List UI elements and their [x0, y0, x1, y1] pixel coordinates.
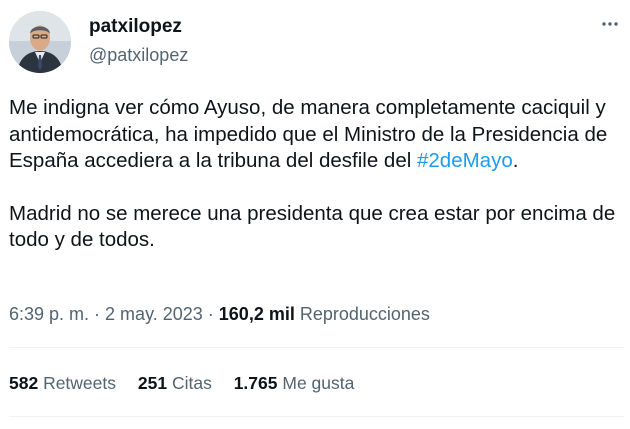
meta-separator: ·: [202, 304, 219, 324]
more-horizontal-icon: [600, 17, 620, 39]
tweet-metadata: 6:39 p. m. · 2 may. 2023 · 160,2 mil Rep…: [9, 303, 430, 325]
avatar[interactable]: [9, 11, 71, 73]
avatar-photo: [9, 11, 71, 73]
likes-link[interactable]: 1.765 Me gusta: [234, 372, 355, 394]
author-display-name[interactable]: patxilopez: [89, 15, 182, 39]
tweet-date[interactable]: 2 may. 2023: [105, 304, 203, 324]
retweets-label: Retweets: [38, 373, 117, 393]
tweet-text: Me indigna ver cómo Ayuso, de manera com…: [9, 95, 624, 254]
author-handle[interactable]: @patxilopez: [89, 44, 188, 66]
more-options-button[interactable]: [600, 14, 620, 40]
quotes-label: Citas: [167, 373, 212, 393]
likes-label: Me gusta: [277, 373, 355, 393]
views-label: Reproducciones: [294, 304, 430, 324]
engagement-stats: 582 Retweets 251 Citas 1.765 Me gusta: [9, 372, 371, 394]
tweet-paragraph-1-end: .: [512, 149, 519, 172]
quotes-link[interactable]: 251 Citas: [138, 372, 212, 394]
views-count: 160,2 mil: [218, 304, 295, 324]
meta-separator: ·: [89, 304, 106, 324]
likes-count: 1.765: [233, 373, 278, 393]
retweets-link[interactable]: 582 Retweets: [9, 372, 116, 394]
divider: [9, 347, 624, 348]
tweet-paragraph-2: Madrid no se merece una presidenta que c…: [9, 201, 616, 252]
retweets-count: 582: [9, 373, 39, 393]
divider: [9, 416, 624, 417]
quotes-count: 251: [137, 373, 168, 393]
tweet-time[interactable]: 6:39 p. m.: [9, 304, 89, 324]
tweet-paragraph-1: Me indigna ver cómo Ayuso, de manera com…: [9, 95, 624, 175]
hashtag-link[interactable]: #2deMayo: [417, 149, 513, 172]
